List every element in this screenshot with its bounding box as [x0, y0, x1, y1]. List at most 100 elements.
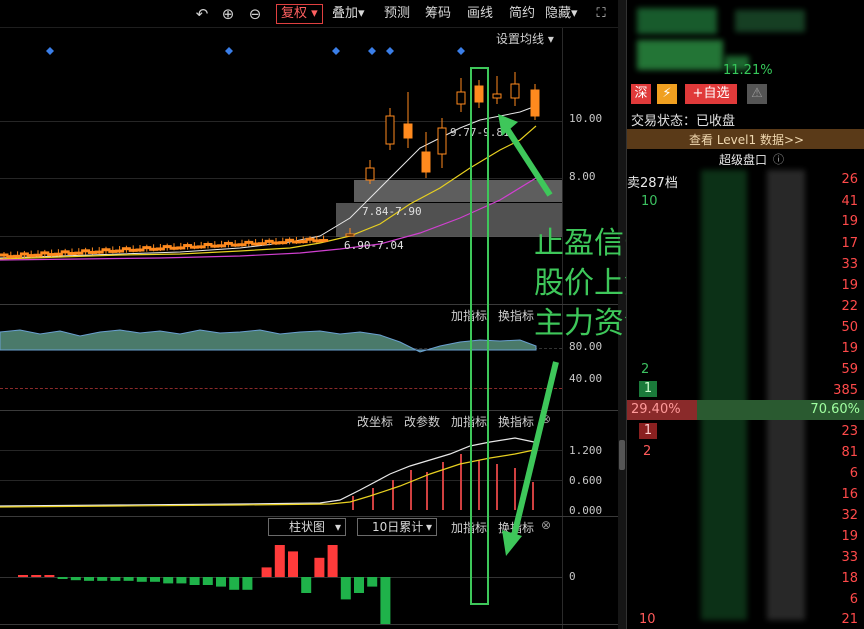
orderbook-left-value: 2: [643, 444, 652, 459]
chart-toolbar: ↶ ⊕ ⊖ 复权 ▾ 叠加▾ 预测 筹码 画线 简约 隐藏▾ ⛶: [0, 0, 618, 28]
inflow-bar: [274, 545, 285, 577]
fullscreen-icon[interactable]: ⛶: [591, 4, 611, 24]
zoom-in-icon[interactable]: ⊕: [218, 4, 238, 24]
orderbook-left-value: 1: [639, 381, 657, 397]
outflow-bar: [123, 577, 134, 581]
candle-body: [385, 115, 395, 145]
candle-body: [155, 247, 165, 251]
panel-divider: [0, 624, 618, 625]
candle-body: [345, 233, 355, 237]
candle-body: [510, 83, 520, 99]
quote-panel: 11.21% 深 ⚡ +自选 ⚠ 交易状态：已收盘 查看 Level1 数据>>…: [626, 0, 864, 629]
chips-button[interactable]: 筹码: [425, 4, 451, 24]
add-watchlist-button[interactable]: +自选: [685, 84, 737, 104]
orderbook-left-value: 10: [639, 612, 656, 627]
fuquan-dropdown[interactable]: 复权 ▾: [276, 4, 323, 24]
hide-dropdown[interactable]: 隐藏▾: [545, 4, 578, 24]
sell-header: 卖287档: [627, 176, 678, 191]
outflow-bar: [84, 577, 94, 581]
inflow-bar: [327, 545, 338, 577]
orderbook-right-value: 19: [841, 529, 858, 544]
simple-button[interactable]: 简约: [509, 4, 535, 24]
outflow-bar: [216, 577, 226, 587]
candle-body: [53, 252, 63, 256]
arrow-line: [509, 361, 559, 545]
candle-body: [176, 246, 186, 250]
candle-body: [492, 93, 502, 99]
inflow-bar: [288, 551, 298, 577]
outflow-bar: [380, 577, 391, 624]
draw-button[interactable]: 画线: [467, 4, 493, 24]
orderbook-left-value: 10: [641, 194, 658, 209]
outflow-bar: [202, 577, 213, 585]
orderbook-right-value: 21: [841, 612, 858, 627]
change-param-button[interactable]: 改参数: [404, 413, 440, 430]
outflow-bar: [229, 577, 240, 590]
orderbook-mosaic: [767, 170, 805, 620]
highlight-box: [470, 67, 489, 605]
orderbook-right-value: 16: [841, 487, 858, 502]
super-panel-label: 超级盘口: [719, 153, 768, 167]
candle-body: [421, 151, 431, 173]
info-icon[interactable]: ⓘ: [773, 151, 784, 167]
lightning-icon[interactable]: ⚡: [657, 84, 677, 104]
level1-bar[interactable]: 查看 Level1 数据>>: [627, 129, 864, 149]
candle-body: [278, 241, 288, 245]
orderbook-right-value: 32: [841, 508, 858, 523]
change-percent: 11.21%: [723, 63, 773, 78]
candle-body: [33, 253, 43, 257]
orderbook-right-value: 81: [841, 445, 858, 460]
range-label: 6.90-7.04: [344, 239, 404, 252]
forecast-button[interactable]: 预测: [384, 4, 410, 24]
orderbook-right-value: 33: [841, 550, 858, 565]
orderbook-right-value: 6: [849, 466, 858, 481]
signal-diamond: [332, 47, 340, 55]
ind1-area: [0, 329, 537, 353]
orderbook-right-value: 33: [841, 257, 858, 272]
ind2-line-white: [0, 437, 535, 507]
outflow-bar: [176, 577, 187, 584]
candle-body: [13, 254, 23, 258]
alert-icon[interactable]: ⚠: [747, 84, 767, 104]
signal-diamond: [386, 47, 394, 55]
indicator-bar: [426, 472, 428, 510]
orderbook-right-value: 17: [841, 236, 858, 251]
indicator-bar: [352, 496, 354, 510]
candle-body: [115, 249, 125, 253]
zoom-out-icon[interactable]: ⊖: [245, 4, 265, 24]
level1-link[interactable]: 查看 Level1 数据>>: [689, 131, 804, 148]
outflow-bar: [242, 577, 253, 590]
orderbook-right-value: 385: [833, 383, 858, 398]
orderbook-right-value: 59: [841, 362, 858, 377]
orderbook-right-value: 19: [841, 341, 858, 356]
outflow-bar: [150, 577, 160, 582]
trade-status: 交易状态：已收盘: [631, 114, 736, 129]
undo-icon[interactable]: ↶: [192, 4, 212, 24]
fuquan-label: 复权: [281, 6, 308, 21]
signal-diamond: [46, 47, 54, 55]
orderbook-right-value: 23: [841, 424, 858, 439]
candle-body: [403, 123, 413, 139]
inflow-bar: [261, 567, 272, 577]
inflow-bar: [31, 575, 42, 577]
orderbook-left-value: 1: [639, 423, 657, 439]
market-tag: 深: [631, 84, 651, 104]
indicator-bar: [392, 480, 394, 510]
orderbook-right-value: 19: [841, 214, 858, 229]
outflow-bar: [136, 577, 147, 582]
signal-diamond: [368, 47, 376, 55]
stock-name-mosaic: [637, 8, 717, 34]
orderbook-right-value: 6: [849, 592, 858, 607]
indicator-bar: [410, 470, 412, 510]
outflow-bar: [110, 577, 121, 581]
orderbook-right-value: 50: [841, 320, 858, 335]
candle-body: [94, 250, 104, 254]
outflow-bar: [367, 577, 378, 587]
outflow-bar: [97, 577, 108, 581]
signal-diamond: [225, 47, 233, 55]
orderbook-right-value: 26: [841, 172, 858, 187]
candle-body: [298, 240, 308, 244]
orderbook-right-value: 19: [841, 278, 858, 293]
overlay-dropdown[interactable]: 叠加▾: [332, 4, 365, 24]
change-axis-button[interactable]: 改坐标: [357, 413, 393, 430]
